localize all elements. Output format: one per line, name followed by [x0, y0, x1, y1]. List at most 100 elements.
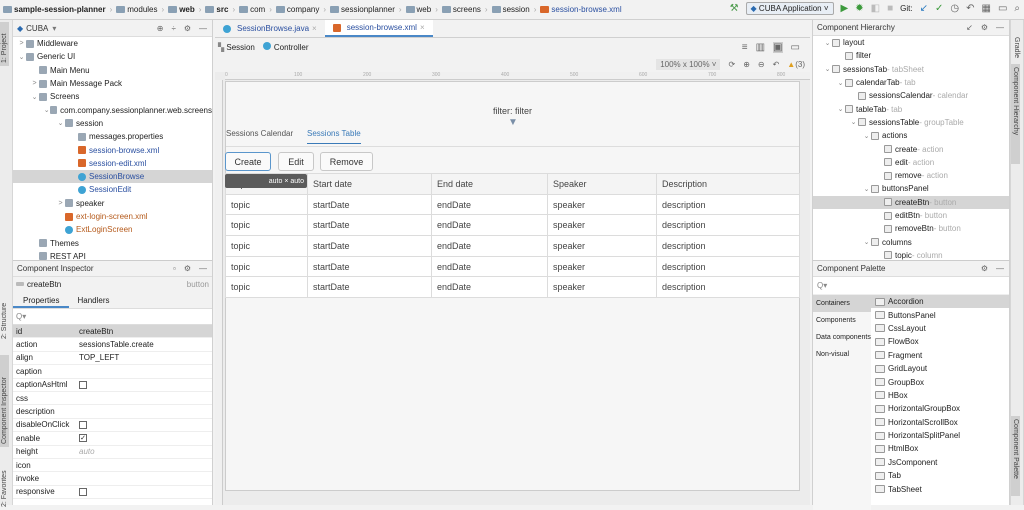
project-structure-icon[interactable]: ▦ — [981, 3, 990, 14]
tree-item[interactable]: ⌄ com.company.sessionplanner.web.screens — [13, 103, 212, 116]
hierarchy-item[interactable]: removeBtn - button — [813, 222, 1009, 235]
property-row[interactable]: height auto — [13, 446, 212, 459]
expand-icon[interactable]: ↙ — [966, 23, 973, 32]
breadcrumb-item[interactable]: com › — [239, 5, 272, 14]
gradle-side-tab[interactable]: Gradle — [1012, 34, 1021, 64]
table-row[interactable]: topic startDate endDate speaker description — [225, 276, 800, 299]
palette-search-input[interactable]: Q▾ — [813, 277, 1009, 295]
hierarchy-item[interactable]: ⌄ buttonsPanel — [813, 182, 1009, 195]
hierarchy-item[interactable]: ⌄ layout — [813, 36, 1009, 49]
hierarchy-item[interactable]: create - action — [813, 142, 1009, 155]
palette-item[interactable]: HorizontalScrollBox — [871, 416, 1009, 429]
tree-item[interactable]: session-edit.xml — [13, 157, 212, 170]
property-row[interactable]: captionAsHtml — [13, 379, 212, 392]
chevron-icon[interactable]: ⌄ — [862, 185, 871, 193]
locate-icon[interactable]: ⊕ — [157, 24, 164, 33]
palette-item[interactable]: HBox — [871, 389, 1009, 402]
breadcrumb-item[interactable]: src › — [205, 5, 235, 14]
property-row[interactable]: caption — [13, 365, 212, 379]
hierarchy-item[interactable]: remove - action — [813, 169, 1009, 182]
property-row[interactable]: enable ✓ — [13, 432, 212, 446]
property-row[interactable]: css — [13, 392, 212, 406]
property-row[interactable]: disableOnClick — [13, 419, 212, 433]
gear-icon[interactable]: ⚙ — [981, 23, 988, 32]
property-value[interactable]: createBtn — [79, 327, 113, 336]
stop-icon[interactable]: ■ — [887, 3, 893, 14]
palette-category[interactable]: Components — [813, 312, 871, 329]
palette-category[interactable]: Data components — [813, 329, 871, 346]
palette-item[interactable]: Accordion — [871, 295, 1009, 309]
project-side-tab[interactable]: 1: Project — [0, 22, 9, 66]
tree-item[interactable]: ⌄ session — [13, 117, 212, 130]
favorites-side-tab[interactable]: 2: Favorites — [0, 460, 9, 510]
property-row[interactable]: icon — [13, 459, 212, 473]
breadcrumb-item[interactable]: session-browse.xml — [540, 5, 622, 14]
property-row[interactable]: description — [13, 405, 212, 419]
property-search-input[interactable]: Q▾ — [13, 309, 212, 325]
component-hierarchy-side-tab[interactable]: Component Hierarchy — [1011, 64, 1020, 164]
gear-icon[interactable]: ⚙ — [981, 264, 988, 273]
preview-icon[interactable]: ▭ — [791, 42, 800, 53]
chevron-icon[interactable]: ⌄ — [862, 132, 871, 140]
property-row[interactable]: invoke — [13, 472, 212, 486]
column-header[interactable]: Description — [656, 173, 800, 195]
chevron-icon[interactable]: ⌄ — [823, 39, 832, 47]
chevron-icon[interactable]: ⌄ — [17, 53, 26, 61]
git-commit-icon[interactable]: ✓ — [935, 3, 943, 14]
breadcrumb-item[interactable]: sessionplanner › — [330, 5, 402, 14]
property-row[interactable]: responsive — [13, 486, 212, 500]
property-value[interactable]: auto — [79, 447, 95, 456]
session-link[interactable]: ▚ Session — [218, 43, 255, 52]
property-checkbox[interactable]: ✓ — [79, 434, 87, 443]
hierarchy-item[interactable]: ⌄ sessionsTab - tabSheet — [813, 63, 1009, 76]
debug-icon[interactable]: ✹ — [855, 3, 863, 14]
breadcrumb-item[interactable]: modules › — [116, 5, 164, 14]
component-inspector-side-tab[interactable]: Component Inspector — [0, 355, 9, 447]
breadcrumb-item[interactable]: sample-session-planner › — [3, 5, 112, 14]
coverage-icon[interactable]: ◧ — [871, 3, 880, 14]
breadcrumb-item[interactable]: screens › — [441, 5, 488, 14]
design-view-icon[interactable]: ▣ — [773, 41, 783, 53]
palette-item[interactable]: GroupBox — [871, 375, 1009, 388]
history-icon[interactable]: ◷ — [950, 3, 959, 14]
tab-handlers[interactable]: Handlers — [69, 291, 117, 308]
controller-link[interactable]: Controller — [262, 42, 309, 52]
palette-item[interactable]: Fragment — [871, 349, 1009, 362]
table-row[interactable]: topic startDate endDate speaker description — [225, 235, 800, 257]
chevron-icon[interactable]: > — [56, 200, 65, 207]
tab-properties[interactable]: Properties — [13, 291, 70, 308]
palette-item[interactable]: CssLayout — [871, 322, 1009, 335]
remove-button[interactable]: Remove — [320, 152, 373, 171]
chevron-icon[interactable]: ⌄ — [56, 119, 65, 127]
column-header[interactable]: Speaker — [547, 173, 657, 195]
git-update-icon[interactable]: ↙ — [920, 3, 928, 14]
hierarchy-item[interactable]: editBtn - button — [813, 209, 1009, 222]
hierarchy-item[interactable]: ⌄ columns — [813, 235, 1009, 248]
chevron-icon[interactable]: ⌄ — [849, 118, 858, 126]
chevron-icon[interactable]: ⌄ — [823, 65, 832, 73]
tree-item[interactable]: ExtLoginScreen — [13, 223, 212, 236]
tab-sessions-table[interactable]: Sessions Table — [307, 129, 361, 144]
hierarchy-item[interactable]: sessionsCalendar - calendar — [813, 89, 1009, 102]
palette-item[interactable]: HtmlBox — [871, 442, 1009, 455]
tree-item[interactable]: SessionEdit — [13, 183, 212, 196]
zoom-select[interactable]: 100% x 100% ˅ — [656, 58, 721, 70]
run-icon[interactable]: ▶ — [841, 3, 849, 14]
chevron-icon[interactable]: > — [17, 40, 26, 47]
tree-item[interactable]: SessionBrowse — [13, 169, 212, 184]
hierarchy-item[interactable]: createBtn - button — [813, 195, 1009, 209]
build-hammer-icon[interactable]: ⚒ — [730, 3, 739, 14]
tree-item[interactable]: > Main Message Pack — [13, 77, 212, 90]
zoom-in-icon[interactable]: ⊕ — [743, 60, 750, 69]
minimize-icon[interactable]: — — [199, 24, 207, 33]
palette-item[interactable]: GridLayout — [871, 362, 1009, 375]
zoom-out-icon[interactable]: ⊖ — [758, 60, 765, 69]
breadcrumb-item[interactable]: web › — [405, 5, 438, 14]
gear-icon[interactable]: ⚙ — [184, 264, 191, 273]
tree-item[interactable]: ⌄ Screens — [13, 90, 212, 103]
chevron-icon[interactable]: ⌄ — [836, 105, 845, 113]
tree-item[interactable]: ext-login-screen.xml — [13, 210, 212, 223]
palette-item[interactable]: JsComponent — [871, 456, 1009, 469]
tab-session-browse-xml[interactable]: session-browse.xml × — [324, 20, 433, 37]
tree-item[interactable]: messages.properties — [13, 130, 212, 143]
